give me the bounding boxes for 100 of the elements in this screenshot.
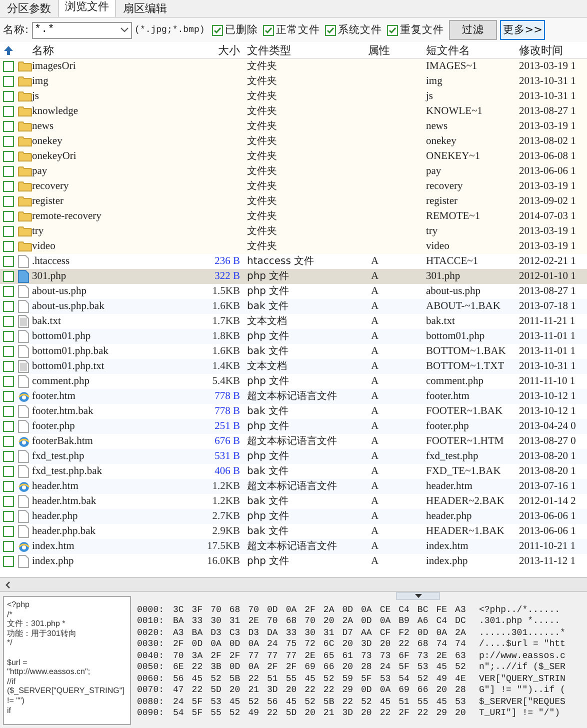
file-row[interactable]: onekeyOri 文件夹 ONEKEY~1 2013-06-08 1 xyxy=(0,149,587,164)
file-row[interactable]: about-us.php.bak 1.6KB bak 文件 A ABOUT-~1.BAK 2013-07-18 1 xyxy=(0,299,587,314)
hex-ascii: <?php../*...... xyxy=(479,604,562,615)
row-checkbox[interactable] xyxy=(3,301,14,312)
file-size: 5.4KB xyxy=(211,375,240,388)
file-row[interactable]: footer.php 251 B php 文件 A footer.php 2013-04-24 0 xyxy=(0,419,587,434)
row-checkbox[interactable] xyxy=(3,91,14,102)
file-row[interactable]: img 文件夹 img 2013-10-31 1 xyxy=(0,74,587,89)
file-row[interactable]: bottom01.php 1.8KB php 文件 A bottom01.php 2013-11-01 1 xyxy=(0,329,587,344)
row-checkbox[interactable] xyxy=(3,466,14,477)
column-header[interactable]: 短文件名 xyxy=(424,42,516,58)
file-row[interactable]: imagesOri 文件夹 IMAGES~1 2013-03-19 1 xyxy=(0,59,587,74)
row-checkbox[interactable] xyxy=(3,406,14,417)
row-checkbox[interactable] xyxy=(3,256,14,267)
row-checkbox[interactable] xyxy=(3,556,14,567)
file-icon xyxy=(18,450,29,463)
row-checkbox[interactable] xyxy=(3,286,14,297)
file-name: footer.php xyxy=(32,420,76,433)
file-name: fxd_test.php.bak xyxy=(32,465,103,478)
file-row[interactable]: remote-recovery 文件夹 REMOTE~1 2014-07-03 1 xyxy=(0,209,587,224)
more-button[interactable]: 更多>> xyxy=(500,20,546,40)
row-checkbox[interactable] xyxy=(3,481,14,492)
file-row[interactable]: js 文件夹 js 2013-10-31 1 xyxy=(0,89,587,104)
row-checkbox[interactable] xyxy=(3,181,14,192)
file-row[interactable]: onekey 文件夹 onekey 2013-08-02 1 xyxy=(0,134,587,149)
file-row[interactable]: news 文件夹 news 2013-03-19 1 xyxy=(0,119,587,134)
column-header[interactable]: 文件类型 xyxy=(240,42,368,58)
file-row[interactable]: recovery 文件夹 recovery 2013-03-19 1 xyxy=(0,179,587,194)
tab[interactable]: 浏览文件 xyxy=(58,0,116,17)
row-checkbox[interactable] xyxy=(3,526,14,537)
filter-option-label: 已删除 xyxy=(224,23,258,37)
row-checkbox[interactable] xyxy=(3,541,14,552)
file-attribute: A xyxy=(370,405,380,418)
up-arrow-icon[interactable] xyxy=(3,44,14,56)
row-checkbox[interactable] xyxy=(3,136,14,147)
row-checkbox[interactable] xyxy=(3,121,14,132)
row-checkbox[interactable] xyxy=(3,166,14,177)
file-row[interactable]: try 文件夹 try 2013-03-19 1 xyxy=(0,224,587,239)
short-file-name: header.php xyxy=(425,510,473,523)
row-checkbox[interactable] xyxy=(3,346,14,357)
file-row[interactable]: header.htm 1.2KB 超文本标记语言文件 A header.htm 2013-07-16 1 xyxy=(0,479,587,494)
row-checkbox[interactable] xyxy=(3,451,14,462)
file-type: php 文件 xyxy=(246,510,290,523)
filter-button[interactable]: 过滤 xyxy=(448,20,497,40)
row-checkbox[interactable] xyxy=(3,196,14,207)
row-checkbox[interactable] xyxy=(3,361,14,372)
collapse-handle[interactable] xyxy=(396,592,440,600)
row-checkbox[interactable] xyxy=(3,331,14,342)
file-type: 文件夹 xyxy=(246,135,278,148)
filter-checkbox[interactable] xyxy=(262,24,274,36)
file-name: index.htm xyxy=(32,540,76,553)
filter-checkbox[interactable] xyxy=(324,24,336,36)
file-row[interactable]: bottom01.php.txt 1.4KB 文本文档 A BOTTOM~1.TXT 2013-10-31 1 xyxy=(0,359,587,374)
file-icon xyxy=(18,285,29,298)
code-line: <?php xyxy=(7,600,30,610)
filter-checkbox[interactable] xyxy=(386,24,398,36)
column-header[interactable]: 属性 xyxy=(368,42,424,58)
row-checkbox[interactable] xyxy=(3,151,14,162)
row-checkbox[interactable] xyxy=(3,211,14,222)
file-attribute: A xyxy=(370,315,380,328)
file-row[interactable]: pay 文件夹 pay 2013-06-06 1 xyxy=(0,164,587,179)
file-row[interactable]: header.php 2.7KB php 文件 A header.php 2013-06-06 1 xyxy=(0,509,587,524)
row-checkbox[interactable] xyxy=(3,316,14,327)
modified-time: 2013-06-06 1 xyxy=(518,525,577,538)
row-checkbox[interactable] xyxy=(3,271,14,282)
file-name: footerBak.htm xyxy=(32,435,94,448)
filter-checkbox[interactable] xyxy=(212,24,223,36)
row-checkbox[interactable] xyxy=(3,436,14,447)
column-header[interactable]: 修改时间 xyxy=(516,42,587,58)
row-checkbox[interactable] xyxy=(3,61,14,72)
row-checkbox[interactable] xyxy=(3,421,14,432)
file-size: 16.0KB xyxy=(206,555,240,568)
file-row[interactable]: index.htm 17.5KB 超文本标记语言文件 A index.htm 2011-10-21 1 xyxy=(0,539,587,554)
row-checkbox[interactable] xyxy=(3,496,14,507)
file-type: bak 文件 xyxy=(246,465,290,478)
row-checkbox[interactable] xyxy=(3,106,14,117)
row-checkbox[interactable] xyxy=(3,511,14,522)
file-row[interactable]: register 文件夹 register 2013-09-02 1 xyxy=(0,194,587,209)
row-checkbox[interactable] xyxy=(3,241,14,252)
row-checkbox[interactable] xyxy=(3,76,14,87)
name-filter-field[interactable]: *.* xyxy=(32,22,132,38)
row-checkbox[interactable] xyxy=(3,391,14,402)
file-attribute: A xyxy=(370,525,380,538)
row-checkbox[interactable] xyxy=(3,376,14,387)
column-header[interactable]: 大小 xyxy=(200,42,240,58)
file-row[interactable]: fxd_test.php 531 B php 文件 A fxd_test.php 2013-08-20 1 xyxy=(0,449,587,464)
modified-time: 2013-03-19 1 xyxy=(518,120,577,133)
file-row[interactable]: knowledge 文件夹 KNOWLE~1 2013-08-27 1 xyxy=(0,104,587,119)
file-name: header.php.bak xyxy=(32,525,97,538)
column-header[interactable]: 名称 xyxy=(32,42,200,58)
file-size: 1.5KB xyxy=(211,285,240,298)
modified-time: 2013-07-16 1 xyxy=(518,480,577,493)
file-row[interactable]: footer.htm 778 B 超文本标记语言文件 A footer.htm 2013-10-12 1 xyxy=(0,389,587,404)
scroll-left-icon[interactable] xyxy=(3,580,13,590)
row-checkbox[interactable] xyxy=(3,226,14,237)
hex-bytes: 24 5F 53 45 52 56 45 52 5B 22 52 45 51 55 45 53 xyxy=(173,696,467,707)
file-type: bak 文件 xyxy=(246,525,290,538)
folder-icon xyxy=(18,241,32,252)
file-row[interactable]: video 文件夹 video 2013-03-19 1 xyxy=(0,239,587,254)
file-row[interactable]: 301.php 322 B php 文件 A 301.php 2012-01-10 1 xyxy=(0,269,587,284)
